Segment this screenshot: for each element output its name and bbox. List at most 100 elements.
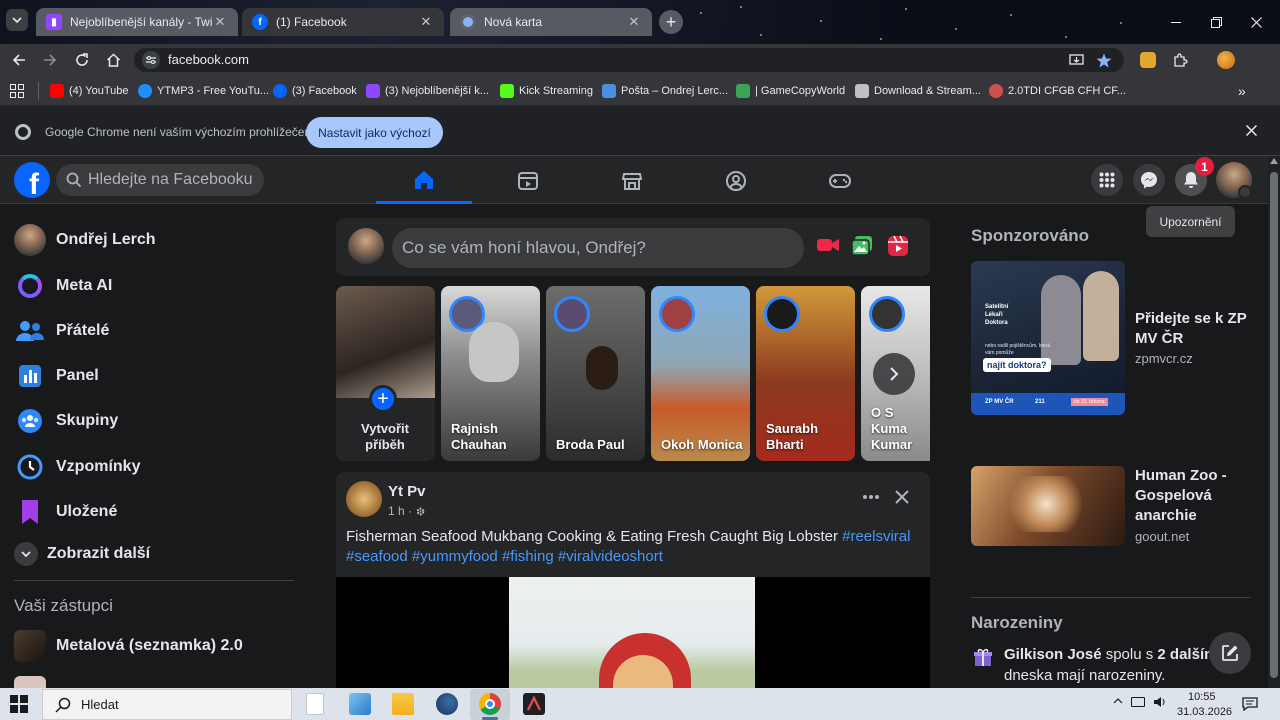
taskbar-search[interactable]: Hledat — [42, 689, 292, 720]
scroll-up-arrow[interactable] — [1270, 158, 1278, 164]
tab-twitch[interactable]: ▮ Nejoblíbenější kanály - Twitch ✕ — [36, 8, 238, 36]
sidebar-item-profile[interactable]: Ondřej Lerch — [14, 222, 156, 258]
sidebar-item-saved[interactable]: Uložené — [14, 494, 117, 530]
bookmark-twitch[interactable]: (3) Nejoblíbenější k... — [366, 83, 489, 99]
notification-center-icon[interactable] — [1242, 697, 1258, 711]
bookmark-star-button[interactable] — [1092, 48, 1116, 72]
hashtag-link[interactable]: #seafood — [346, 548, 408, 565]
close-icon[interactable]: ✕ — [418, 14, 434, 30]
volume-icon[interactable] — [1153, 696, 1167, 708]
live-video-button[interactable] — [816, 236, 840, 254]
tab-search-button[interactable] — [6, 9, 28, 31]
close-window-button[interactable] — [1238, 8, 1274, 36]
forward-button[interactable] — [38, 48, 62, 72]
nav-gaming[interactable] — [792, 158, 888, 204]
address-bar[interactable] — [134, 48, 1124, 72]
close-infobar-button[interactable] — [1246, 125, 1257, 136]
bookmark-download[interactable]: Download & Stream... — [855, 83, 981, 99]
stories-next-button[interactable] — [873, 353, 915, 395]
file-explorer-icon[interactable] — [392, 693, 414, 715]
new-message-button[interactable] — [1209, 632, 1251, 674]
home-button[interactable] — [101, 48, 125, 72]
profile-button[interactable] — [1214, 48, 1238, 72]
story-card[interactable]: Okoh Monica — [651, 286, 750, 461]
post-author-avatar[interactable] — [346, 481, 382, 517]
more-bookmarks-icon[interactable]: » — [1238, 83, 1246, 99]
shortcut-thumbnail[interactable] — [14, 676, 46, 688]
facebook-logo[interactable]: f — [14, 162, 50, 198]
bookmark-facebook[interactable]: (3) Facebook — [273, 83, 357, 99]
install-app-button[interactable] — [1064, 48, 1088, 72]
hashtag-link[interactable]: #yummyfood — [412, 548, 498, 565]
hashtag-link[interactable]: #reelsviral — [842, 528, 910, 545]
bookmark-gamecopyworld[interactable]: | GameCopyWorld — [736, 83, 845, 99]
story-card[interactable]: Broda Paul — [546, 286, 645, 461]
back-button[interactable] — [7, 48, 31, 72]
nav-marketplace[interactable] — [584, 158, 680, 204]
sidebar-item-memories[interactable]: Vzpomínky — [14, 449, 140, 485]
messenger-button[interactable] — [1133, 164, 1165, 196]
sidebar-item-groups[interactable]: Skupiny — [14, 403, 118, 439]
post-close-button[interactable] — [895, 490, 909, 504]
nav-video[interactable] — [480, 158, 576, 204]
sidebar-item-friends[interactable]: Přátelé — [14, 313, 109, 349]
steam-icon[interactable] — [436, 693, 458, 715]
scrollbar-thumb[interactable] — [1270, 172, 1278, 678]
avatar[interactable] — [348, 228, 384, 264]
chrome-icon[interactable] — [479, 693, 501, 715]
sidebar-item-meta-ai[interactable]: Meta AI — [14, 268, 112, 304]
photos-icon[interactable] — [349, 693, 371, 715]
clock-time[interactable]: 10:55 — [1188, 691, 1216, 703]
show-more-button[interactable]: Zobrazit další — [14, 536, 150, 572]
meta-ai-icon — [18, 274, 42, 298]
reel-button[interactable] — [887, 235, 909, 257]
extensions-menu-button[interactable] — [1168, 48, 1192, 72]
new-tab-button[interactable]: + — [659, 10, 683, 34]
story-card[interactable]: Saurabh Bharti — [756, 286, 855, 461]
file-icon[interactable] — [306, 693, 324, 715]
ad-item[interactable]: Human Zoo - Gospelová anarchie goout.net — [971, 466, 1251, 548]
network-icon[interactable] — [1131, 697, 1145, 707]
facebook-search[interactable]: Hledejte na Facebooku — [56, 164, 264, 196]
photo-button[interactable] — [851, 235, 873, 257]
app-icon[interactable] — [523, 693, 545, 715]
bookmark-tdi[interactable]: 2.0TDI CFGB CFH CF... — [989, 83, 1126, 99]
close-icon[interactable]: ✕ — [212, 14, 228, 30]
clock-date[interactable]: 31.03.2026 — [1177, 706, 1232, 718]
ad-item[interactable]: Satelitní Lékaři Doktora nebo radili poj… — [971, 261, 1251, 415]
menu-button[interactable] — [1091, 164, 1123, 196]
post-video[interactable] — [336, 577, 930, 688]
hashtag-link[interactable]: #fishing — [502, 548, 554, 565]
bookmark-youtube[interactable]: (4) YouTube — [50, 83, 129, 99]
tab-new-tab[interactable]: Nová karta ✕ — [450, 8, 652, 36]
post-author[interactable]: Yt Pv — [388, 483, 426, 500]
shortcut-item[interactable]: Metalová (seznamka) 2.0 — [14, 628, 243, 664]
post-more-button[interactable] — [859, 488, 883, 506]
tab-facebook[interactable]: f (1) Facebook ✕ — [242, 8, 444, 36]
avatar — [659, 296, 695, 332]
hashtag-link[interactable]: #viralvideoshort — [558, 548, 663, 565]
composer-input[interactable]: Co se vám honí hlavou, Ondřej? — [392, 228, 804, 268]
tray-chevron-icon[interactable] — [1113, 698, 1123, 704]
start-button[interactable] — [10, 695, 28, 713]
close-icon — [1250, 16, 1262, 28]
nav-groups[interactable] — [688, 158, 784, 204]
site-info-icon[interactable] — [142, 51, 160, 69]
bookmark-kick[interactable]: Kick Streaming — [500, 83, 593, 99]
bookmark-ytmp3[interactable]: YTMP3 - Free YouTu... — [138, 83, 269, 99]
extension-button[interactable] — [1136, 48, 1160, 72]
story-create[interactable]: + Vytvořit příběh — [336, 286, 435, 461]
sidebar-item-panel[interactable]: Panel — [14, 358, 99, 394]
nav-home[interactable] — [376, 158, 472, 204]
story-card[interactable]: Rajnish Chauhan — [441, 286, 540, 461]
bookmark-posta[interactable]: Pošta – Ondrej Lerc... — [602, 83, 728, 99]
url-text[interactable]: facebook.com — [168, 52, 249, 67]
close-icon[interactable]: ✕ — [626, 14, 642, 30]
birthday-name[interactable]: Gilkison José — [1004, 646, 1102, 663]
account-chevron-icon[interactable] — [1238, 185, 1252, 199]
maximize-button[interactable] — [1198, 8, 1234, 36]
reload-button[interactable] — [70, 48, 94, 72]
set-default-button[interactable]: Nastavit jako výchozí — [306, 117, 443, 148]
minimize-button[interactable] — [1158, 8, 1194, 36]
apps-icon[interactable] — [10, 84, 24, 98]
